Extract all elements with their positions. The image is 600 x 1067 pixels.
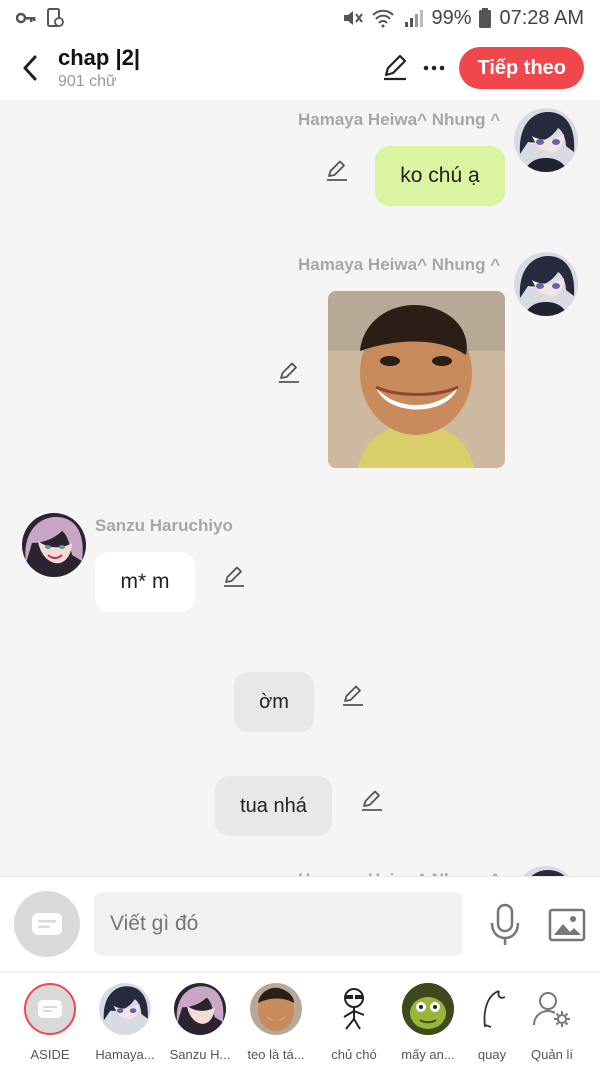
character-avatar [328,983,380,1035]
character-bar: ASIDE Hamaya... Sanzu H... teo là tá... … [0,972,600,1067]
character-chu-cho[interactable]: chủ chó [316,983,392,1062]
edit-message-icon[interactable] [222,564,246,588]
character-sanzu[interactable]: Sanzu H... [162,983,238,1062]
character-avatar [174,983,226,1035]
message-text: ko chú ạ [400,164,480,187]
signal-icon [405,10,424,27]
aside-toggle-button[interactable] [14,891,80,957]
avatar-hamaya[interactable] [514,252,578,316]
edit-message-icon[interactable] [325,158,349,182]
character-avatar [466,983,518,1035]
character-avatar [99,983,151,1035]
avatar-sanzu[interactable] [22,513,86,577]
character-label: Quản lí [531,1047,573,1062]
microphone-icon[interactable] [488,903,522,947]
battery-icon [479,8,492,28]
message-sender: Sanzu Haruchiyo [95,516,233,535]
story-header: chap |2| 901 chữ Tiếp theo [0,36,600,100]
message-input[interactable] [94,892,462,956]
edit-message-icon[interactable] [341,683,365,707]
message-bubble[interactable]: ko chú ạ [375,146,505,206]
composer [0,876,600,971]
aside-bubble[interactable]: tua nhá [215,776,332,836]
message-sender: Hamaya Heiwa^ Nhung ^ [298,255,501,274]
character-label: Hamaya... [95,1047,155,1062]
character-label: Sanzu H... [169,1047,231,1062]
character-avatar [402,983,454,1035]
title-block: chap |2| 901 chữ [58,45,140,91]
chapter-title[interactable]: chap |2| [58,45,140,71]
back-button[interactable] [8,46,52,90]
character-teo[interactable]: teo là tá... [238,983,314,1062]
key-icon [16,12,36,24]
manage-characters-button[interactable]: Quản lí [514,983,590,1062]
aside-text: ờm [259,690,289,713]
character-aside[interactable]: ASIDE [12,983,88,1062]
edit-title-icon[interactable] [381,54,409,82]
next-button[interactable]: Tiếp theo [459,47,584,89]
character-label: ASIDE [30,1047,70,1062]
character-hamaya[interactable]: Hamaya... [87,983,163,1062]
mute-icon [344,11,364,25]
character-avatar [250,983,302,1035]
phone-sync-icon [47,8,64,27]
image-icon[interactable] [548,907,586,943]
edit-message-icon[interactable] [277,360,301,384]
message-image[interactable] [328,291,505,468]
avatar-hamaya[interactable] [514,108,578,172]
aside-bubble[interactable]: ờm [234,672,314,732]
manage-icon [526,983,578,1035]
avatar-hamaya-partial[interactable] [514,866,578,876]
edit-message-icon[interactable] [360,788,384,812]
aside-icon [38,1000,62,1018]
chevron-left-icon [23,55,37,81]
chat-area[interactable]: Hamaya Heiwa^ Nhung ^ ko chú ạ Hamaya He… [0,100,600,876]
wifi-icon [372,9,395,28]
aside-avatar [24,983,76,1035]
status-bar: 99% 07:28 AM [0,0,600,36]
battery-percent: 99% [431,6,472,29]
character-label: chủ chó [331,1047,377,1062]
message-text: m* m [120,570,170,593]
aside-icon [32,913,62,935]
word-count: 901 chữ [58,73,117,90]
clock: 07:28 AM [499,6,584,29]
message-sender: Hamaya Heiwa^ Nhung ^ [298,110,501,129]
more-options-icon[interactable] [423,64,445,72]
message-bubble[interactable]: m* m [95,552,195,612]
character-label: teo là tá... [247,1047,305,1062]
aside-text: tua nhá [240,794,307,817]
